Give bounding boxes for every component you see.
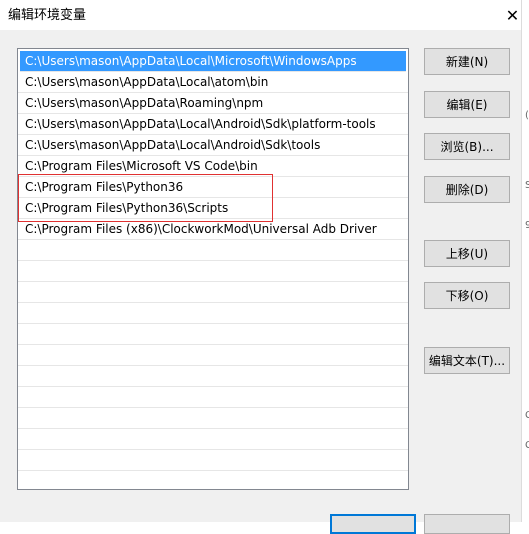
- empty-list-row[interactable]: [18, 471, 408, 489]
- empty-list-row[interactable]: [18, 261, 408, 282]
- background-fragment: 9: [525, 220, 529, 231]
- empty-list-row[interactable]: [18, 408, 408, 429]
- path-list-item[interactable]: C:\Program Files\Microsoft VS Code\bin: [18, 156, 408, 177]
- background-fragment: C: [525, 410, 529, 421]
- background-window-edge: ( S 9 C C: [521, 0, 529, 522]
- path-list-item[interactable]: C:\Users\mason\AppData\Local\Android\Sdk…: [18, 114, 408, 135]
- empty-list-row[interactable]: [18, 450, 408, 471]
- path-list-item[interactable]: C:\Program Files (x86)\ClockworkMod\Univ…: [18, 219, 408, 240]
- empty-list-row[interactable]: [18, 366, 408, 387]
- move-up-button[interactable]: 上移(U): [424, 240, 510, 267]
- path-listbox[interactable]: C:\Users\mason\AppData\Local\Microsoft\W…: [17, 48, 409, 490]
- path-list-item[interactable]: C:\Program Files\Python36: [18, 177, 408, 198]
- window-title: 编辑环境变量: [8, 8, 87, 23]
- path-list-item[interactable]: C:\Users\mason\AppData\Local\Android\Sdk…: [18, 135, 408, 156]
- empty-list-row[interactable]: [18, 282, 408, 303]
- new-button[interactable]: 新建(N): [424, 48, 510, 75]
- ok-button[interactable]: [330, 514, 416, 534]
- path-list-item[interactable]: C:\Users\mason\AppData\Roaming\npm: [18, 93, 408, 114]
- path-list-item[interactable]: C:\Users\mason\AppData\Local\Microsoft\W…: [20, 51, 406, 72]
- browse-button[interactable]: 浏览(B)...: [424, 133, 510, 160]
- edit-button[interactable]: 编辑(E): [424, 91, 510, 118]
- background-fragment: S: [525, 180, 529, 191]
- background-fragment: C: [525, 440, 529, 451]
- cancel-button[interactable]: [424, 514, 510, 534]
- empty-list-row[interactable]: [18, 429, 408, 450]
- empty-list-row[interactable]: [18, 324, 408, 345]
- background-fragment: (: [525, 110, 529, 121]
- title-bar: 编辑环境变量 ✕: [0, 0, 529, 30]
- empty-list-row[interactable]: [18, 387, 408, 408]
- empty-list-row[interactable]: [18, 303, 408, 324]
- delete-button[interactable]: 删除(D): [424, 176, 510, 203]
- empty-list-row[interactable]: [18, 345, 408, 366]
- edit-text-button[interactable]: 编辑文本(T)...: [424, 347, 510, 374]
- path-list-item[interactable]: C:\Program Files\Python36\Scripts: [18, 198, 408, 219]
- path-list-item[interactable]: C:\Users\mason\AppData\Local\atom\bin: [18, 72, 408, 93]
- empty-list-row[interactable]: [18, 240, 408, 261]
- move-down-button[interactable]: 下移(O): [424, 282, 510, 309]
